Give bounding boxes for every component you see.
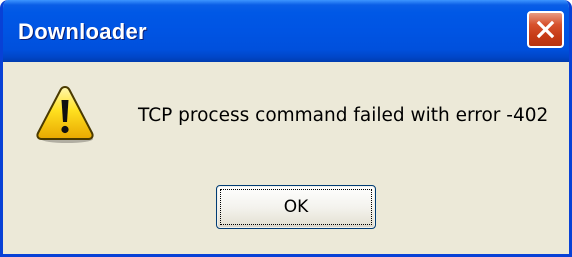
title-bar[interactable]: Downloader <box>3 0 569 62</box>
window-title: Downloader <box>18 19 147 44</box>
close-icon <box>536 20 555 39</box>
ok-button-label: OK <box>283 197 309 217</box>
dialog-window: Downloader TCP process command failed wi… <box>0 0 572 257</box>
error-message: TCP process command failed with error -4… <box>138 105 549 126</box>
dialog-body: TCP process command failed with error -4… <box>3 62 569 254</box>
ok-button[interactable]: OK <box>216 185 376 229</box>
warning-icon <box>36 85 94 143</box>
close-button[interactable] <box>527 11 564 48</box>
